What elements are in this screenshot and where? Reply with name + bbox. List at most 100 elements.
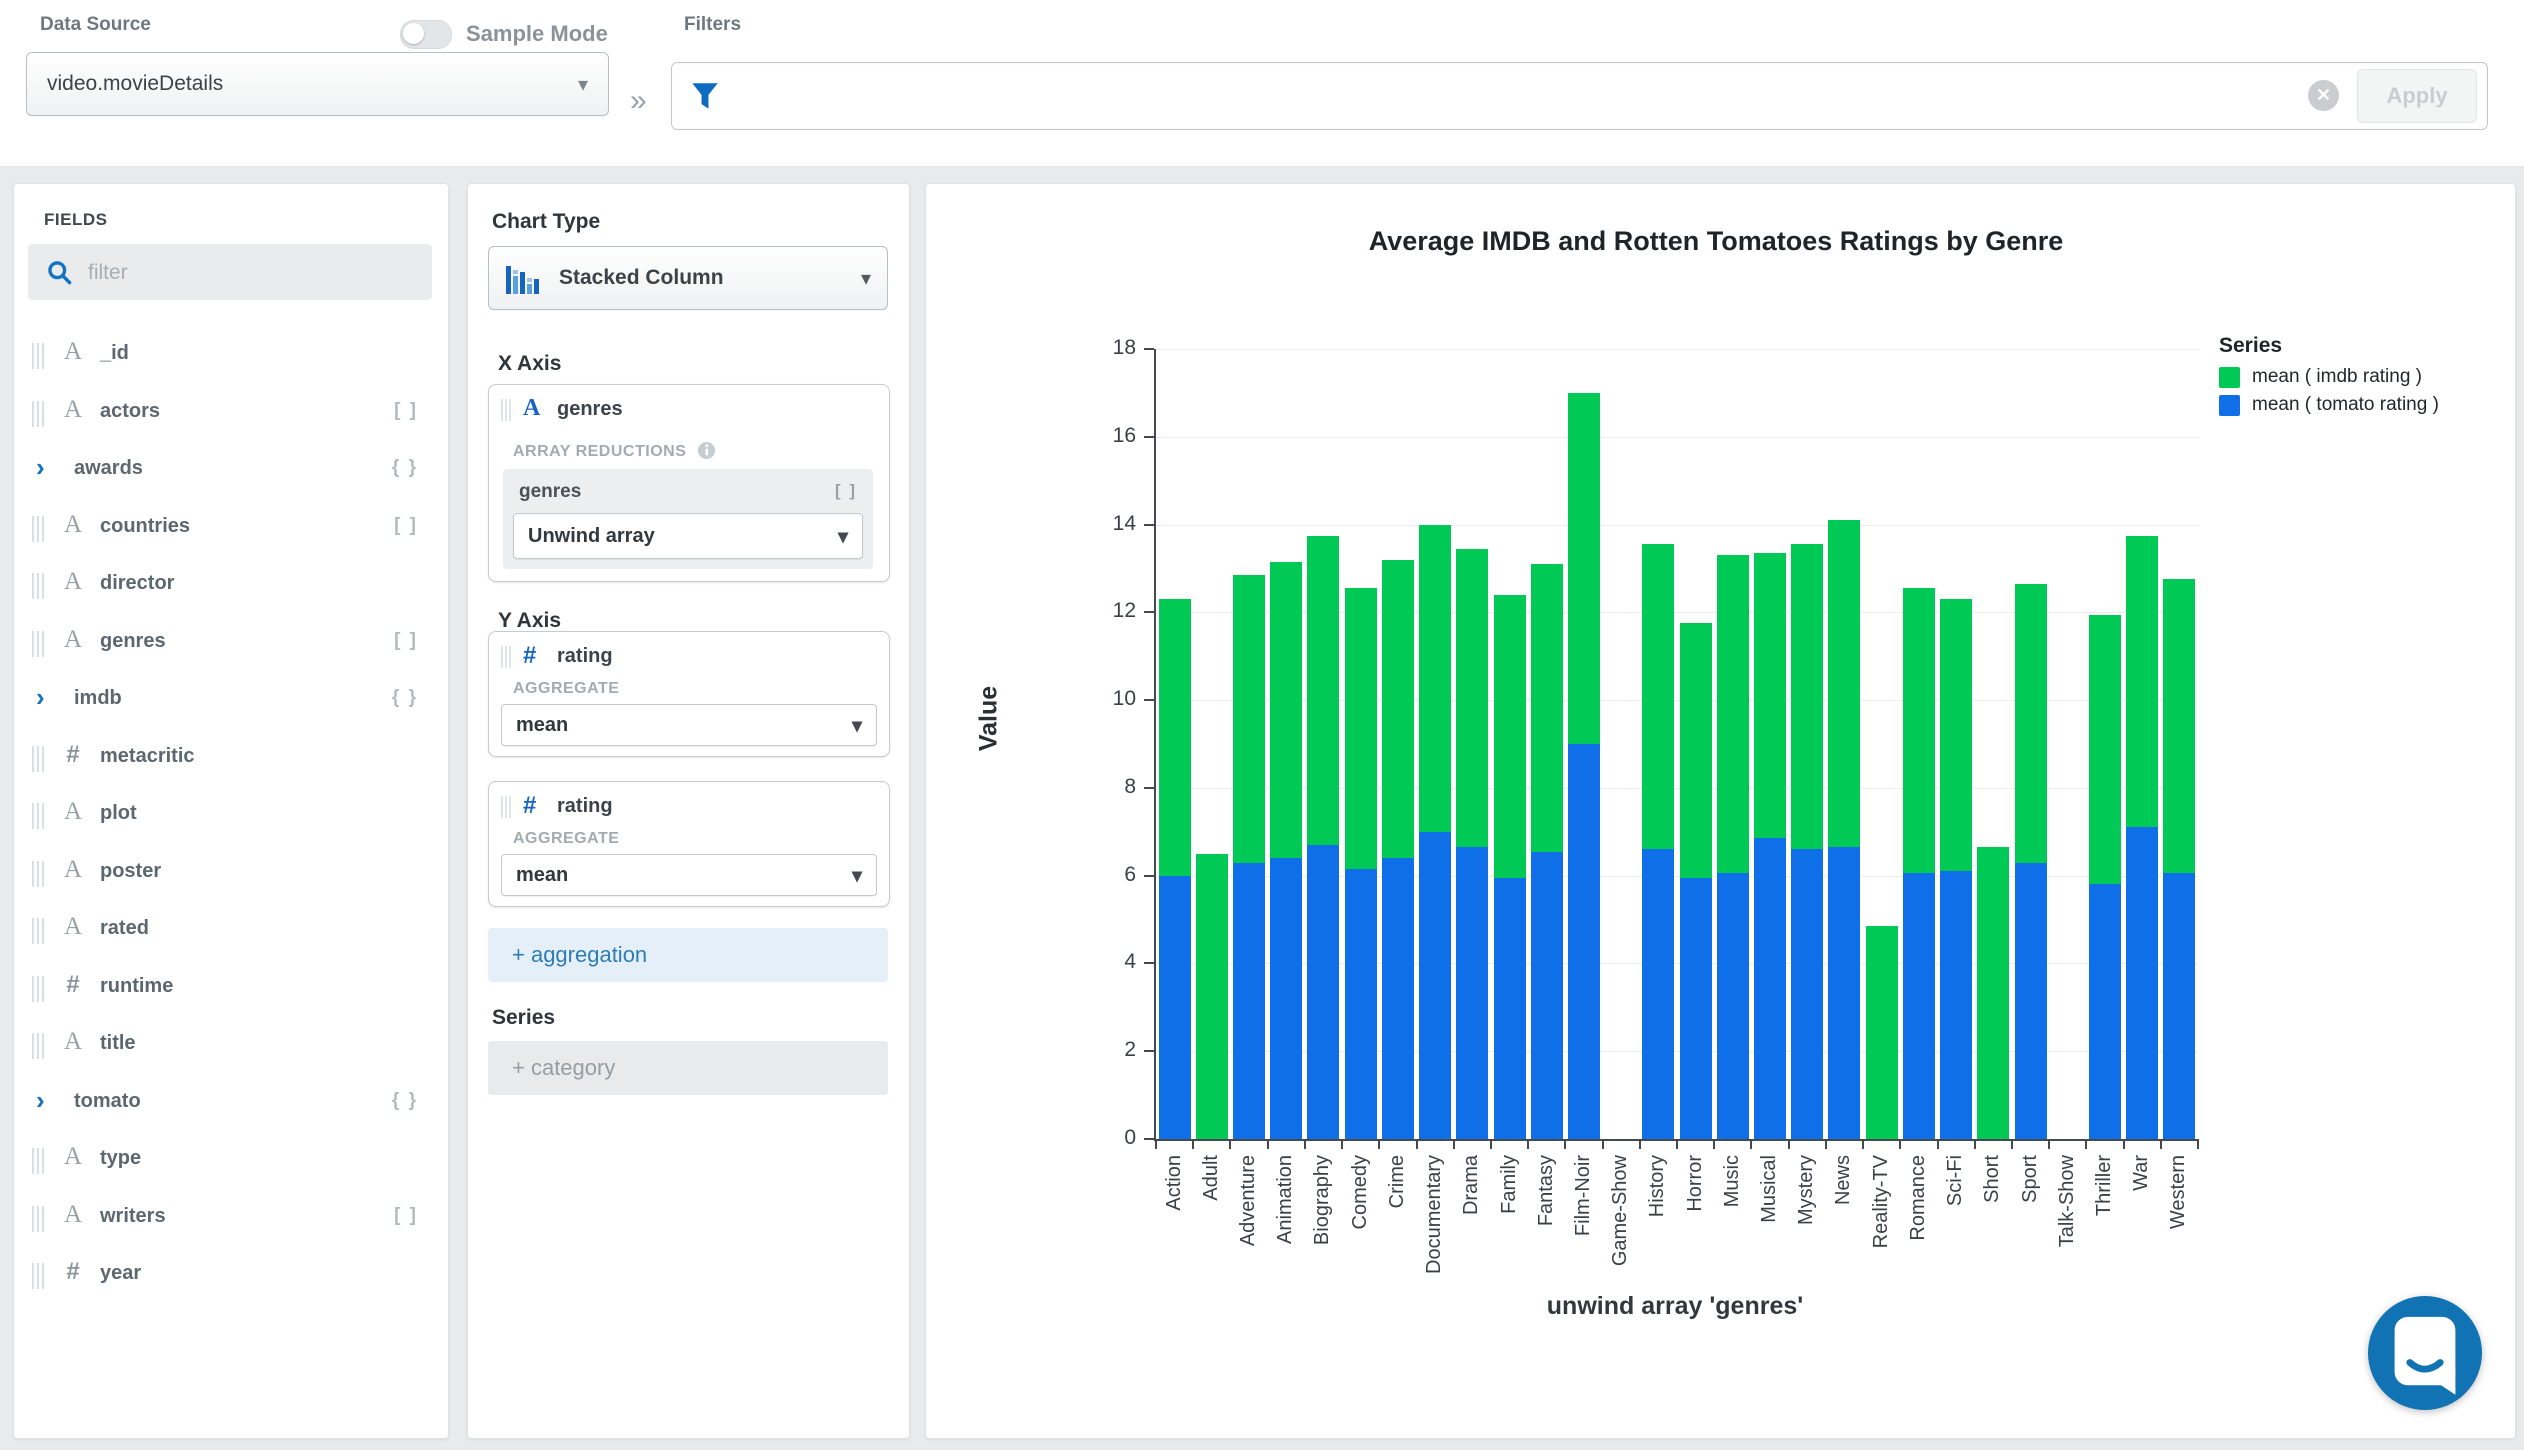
field-item-type[interactable]: Atype <box>14 1139 448 1183</box>
drag-handle-icon[interactable] <box>32 1206 34 1232</box>
field-item-metacritic[interactable]: #metacritic <box>14 737 448 781</box>
bar-segment-tomato-Musical[interactable] <box>1754 838 1786 1139</box>
bar-segment-imdb-Action[interactable] <box>1159 599 1191 876</box>
drag-handle-icon[interactable] <box>32 631 34 657</box>
bar-segment-imdb-Adventure[interactable] <box>1233 575 1265 862</box>
bar-segment-tomato-Thriller[interactable] <box>2089 884 2121 1139</box>
bar-segment-imdb-Adult[interactable] <box>1196 854 1228 1139</box>
field-item-tomato[interactable]: ›tomato{ } <box>14 1082 448 1126</box>
drag-handle-icon[interactable] <box>32 918 34 944</box>
field-item-genres[interactable]: Agenres[ ] <box>14 622 448 666</box>
drag-handle-icon[interactable] <box>32 1033 34 1059</box>
bar-segment-imdb-Drama[interactable] <box>1456 549 1488 847</box>
bar-segment-tomato-Adventure[interactable] <box>1233 863 1265 1140</box>
bar-segment-imdb-Western[interactable] <box>2163 579 2195 873</box>
bar-segment-imdb-Mystery[interactable] <box>1791 544 1823 849</box>
field-item-title[interactable]: Atitle <box>14 1024 448 1068</box>
aggregate-select[interactable]: mean▾ <box>501 704 877 746</box>
bar-segment-imdb-Crime[interactable] <box>1382 560 1414 858</box>
bar-segment-imdb-Biography[interactable] <box>1307 536 1339 845</box>
drag-handle-icon[interactable] <box>32 343 34 369</box>
y-axis-encoding-card-2[interactable]: #ratingAGGREGATEmean▾ <box>488 781 890 907</box>
bar-segment-imdb-War[interactable] <box>2126 536 2158 828</box>
bar-segment-imdb-Fantasy[interactable] <box>1531 564 1563 851</box>
bar-segment-imdb-Animation[interactable] <box>1270 562 1302 858</box>
aggregate-select[interactable]: mean▾ <box>501 854 877 896</box>
array-reduction-select[interactable]: Unwind array ▾ <box>513 513 863 559</box>
bar-segment-tomato-Family[interactable] <box>1494 878 1526 1139</box>
drag-handle-icon[interactable] <box>32 976 34 1002</box>
x-axis-encoding-card[interactable]: A genres ARRAY REDUCTIONS genres [ ] Unw… <box>488 384 890 582</box>
bar-segment-imdb-Romance[interactable] <box>1903 588 1935 873</box>
bar-segment-imdb-Reality-TV[interactable] <box>1866 926 1898 1139</box>
bar-segment-imdb-Documentary[interactable] <box>1419 525 1451 832</box>
drag-handle-icon[interactable] <box>32 516 34 542</box>
bar-segment-tomato-Mystery[interactable] <box>1791 849 1823 1139</box>
bar-segment-tomato-Biography[interactable] <box>1307 845 1339 1139</box>
bar-segment-tomato-Horror[interactable] <box>1680 878 1712 1139</box>
bar-segment-imdb-Short[interactable] <box>1977 847 2009 1139</box>
bar-segment-imdb-Sport[interactable] <box>2015 584 2047 863</box>
field-item-year[interactable]: #year <box>14 1254 448 1298</box>
bar-segment-imdb-Family[interactable] <box>1494 595 1526 878</box>
bar-segment-tomato-Action[interactable] <box>1159 876 1191 1139</box>
bar-segment-tomato-Romance[interactable] <box>1903 873 1935 1139</box>
field-item-imdb[interactable]: ›imdb{ } <box>14 679 448 723</box>
sample-mode-toggle[interactable] <box>400 20 452 49</box>
drag-handle-icon[interactable] <box>32 1148 34 1174</box>
bar-segment-imdb-History[interactable] <box>1642 544 1674 849</box>
field-item-poster[interactable]: Aposter <box>14 852 448 896</box>
bar-segment-imdb-Musical[interactable] <box>1754 553 1786 838</box>
apply-button[interactable]: Apply <box>2357 69 2477 123</box>
field-item-_id[interactable]: A_id <box>14 334 448 378</box>
expand-chevron-icon[interactable]: › <box>36 684 45 710</box>
field-item-awards[interactable]: ›awards{ } <box>14 449 448 493</box>
bar-segment-imdb-Music[interactable] <box>1717 555 1749 873</box>
field-search-input[interactable] <box>86 252 420 294</box>
field-item-rated[interactable]: Arated <box>14 909 448 953</box>
field-item-runtime[interactable]: #runtime <box>14 967 448 1011</box>
drag-handle-icon[interactable] <box>32 746 34 772</box>
bar-segment-tomato-Drama[interactable] <box>1456 847 1488 1139</box>
field-item-writers[interactable]: Awriters[ ] <box>14 1197 448 1241</box>
y-axis-encoding-card-1[interactable]: #ratingAGGREGATEmean▾ <box>488 631 890 757</box>
info-icon[interactable] <box>697 441 716 460</box>
bar-segment-tomato-Sci-Fi[interactable] <box>1940 871 1972 1139</box>
field-item-countries[interactable]: Acountries[ ] <box>14 507 448 551</box>
bar-segment-tomato-Comedy[interactable] <box>1345 869 1377 1139</box>
expand-chevron-icon[interactable]: › <box>36 454 45 480</box>
bar-segment-tomato-Sport[interactable] <box>2015 863 2047 1140</box>
drag-handle-icon[interactable] <box>32 401 34 427</box>
bar-segment-tomato-Documentary[interactable] <box>1419 832 1451 1139</box>
filters-input[interactable] <box>732 69 2286 121</box>
field-item-director[interactable]: Adirector <box>14 564 448 608</box>
bar-segment-tomato-Animation[interactable] <box>1270 858 1302 1139</box>
bar-segment-tomato-Fantasy[interactable] <box>1531 852 1563 1139</box>
bar-segment-tomato-Crime[interactable] <box>1382 858 1414 1139</box>
bar-segment-imdb-Sci-Fi[interactable] <box>1940 599 1972 871</box>
chat-widget-button[interactable] <box>2368 1296 2482 1410</box>
add-aggregation-button[interactable]: + aggregation <box>488 928 888 982</box>
field-item-plot[interactable]: Aplot <box>14 794 448 838</box>
bar-segment-tomato-News[interactable] <box>1828 847 1860 1139</box>
drag-handle-icon[interactable] <box>32 861 34 887</box>
clear-filter-icon[interactable]: ✕ <box>2308 80 2339 111</box>
bar-segment-imdb-Comedy[interactable] <box>1345 588 1377 869</box>
bar-segment-tomato-Music[interactable] <box>1717 873 1749 1139</box>
bar-segment-imdb-News[interactable] <box>1828 520 1860 847</box>
field-item-actors[interactable]: Aactors[ ] <box>14 392 448 436</box>
data-source-select[interactable]: video.movieDetails ▾ <box>26 52 609 116</box>
bar-segment-tomato-Film-Noir[interactable] <box>1568 744 1600 1139</box>
bar-segment-imdb-Thriller[interactable] <box>2089 615 2121 885</box>
drag-handle-icon[interactable] <box>501 646 503 668</box>
drag-handle-icon[interactable] <box>32 803 34 829</box>
add-category-button[interactable]: + category <box>488 1041 888 1095</box>
drag-handle-icon[interactable] <box>501 399 503 421</box>
drag-handle-icon[interactable] <box>32 1263 34 1289</box>
drag-handle-icon[interactable] <box>501 796 503 818</box>
chart-type-select[interactable]: Stacked Column ▾ <box>488 246 888 310</box>
drag-handle-icon[interactable] <box>32 573 34 599</box>
bar-segment-imdb-Horror[interactable] <box>1680 623 1712 878</box>
bar-segment-tomato-Western[interactable] <box>2163 873 2195 1139</box>
bar-segment-tomato-War[interactable] <box>2126 827 2158 1139</box>
